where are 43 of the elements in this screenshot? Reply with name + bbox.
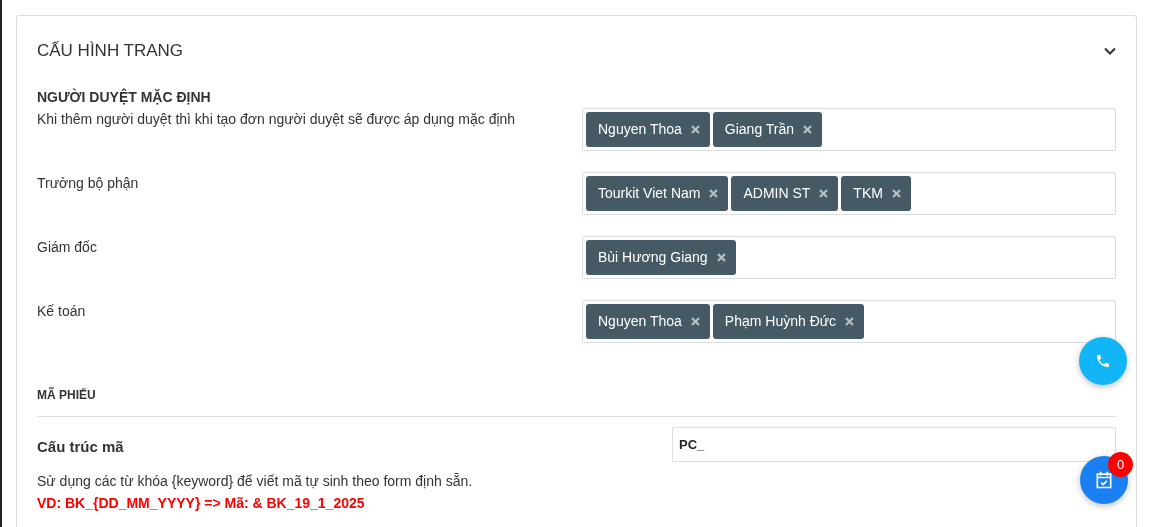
remove-button[interactable] [716,252,726,262]
tag-label: TKM [853,183,883,203]
remove-button[interactable] [803,124,813,134]
close-icon [716,252,726,262]
tag-input[interactable]: Nguyen Thoa Giang Trần [582,107,1116,151]
example-text: VD: BK_{DD_MM_YYYY} => Mã: & BK_19_1_2025 [37,493,365,512]
close-icon [690,316,700,326]
section-title: CẤU HÌNH TRANG [37,40,184,62]
field-label: Trưởng bộ phận [37,173,140,193]
group-heading: NGƯỜI DUYỆT MẶC ĐỊNH [37,87,212,106]
notification-badge: 0 [1108,452,1133,477]
chevron-icon[interactable] [1104,46,1116,55]
close-icon [891,188,901,198]
field-label: Kế toán [37,301,87,321]
tag-label: Nguyen Thoa [598,119,682,139]
remove-button[interactable] [690,124,700,134]
code-input-field[interactable]: PC_ [672,426,1116,462]
call-button[interactable] [1079,337,1127,385]
field-label: Giám đốc [37,237,98,257]
tag-label: Nguyen Thoa [598,311,682,331]
tag-label: ADMIN ST [743,183,811,203]
close-icon [690,124,700,134]
close-icon [803,124,813,134]
close-icon [819,188,829,198]
remove-button[interactable] [819,188,829,198]
remove-button[interactable] [891,188,901,198]
remove-button[interactable] [845,316,855,326]
tag-input[interactable]: Nguyen Thoa Phạm Huỳnh Đức [582,299,1116,343]
remove-button[interactable] [690,316,700,326]
close-icon [845,316,855,326]
phone-icon [1095,353,1111,369]
field-label: Cấu trúc mã [37,436,125,457]
calendar-check-icon [1094,470,1114,490]
remove-button[interactable] [709,188,719,198]
tag-label: Bùi Hương Giang [598,247,708,267]
tag-label: Tourkit Viet Nam [598,183,701,203]
tag-label: Giang Trần [724,119,795,139]
help-text: Sử dụng các từ khóa {keyword} để viết mã tự sinh theo form định sẵn. [37,471,473,490]
field-label: Khi thêm người duyệt thì khi tạo đơn người duyệt sẽ được áp dụng mặc định [37,109,517,129]
tag-input[interactable]: Bùi Hương Giang [582,235,1116,279]
tag-label: Phạm Huỳnh Đức [724,311,837,331]
tag-input[interactable]: Tourkit Viet Nam ADMIN ST TKM [582,171,1116,215]
close-icon [709,188,719,198]
